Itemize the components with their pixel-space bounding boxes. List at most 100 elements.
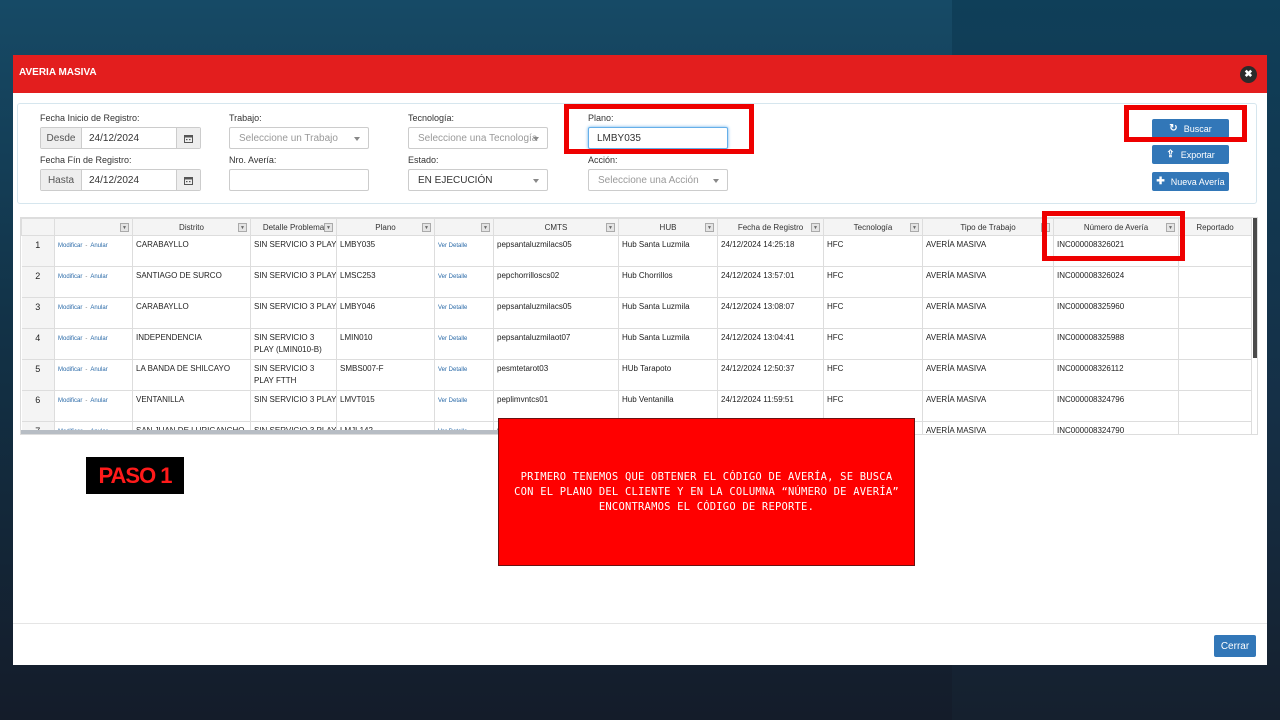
trabajo-select[interactable]: Seleccione un Trabajo xyxy=(229,127,369,149)
col-header-tipo[interactable]: Tipo de Trabajo ▼ xyxy=(922,218,1054,236)
cell-ver-detalle: Ver Detalle xyxy=(434,235,494,267)
filter-icon[interactable]: ▼ xyxy=(811,223,820,232)
ver-detalle-link[interactable]: Ver Detalle xyxy=(438,367,467,373)
col-header-label: CMTS xyxy=(544,222,568,232)
modificar-link[interactable]: Modificar xyxy=(58,336,82,342)
cell-ver-detalle: Ver Detalle xyxy=(434,266,494,298)
cell-numero-averia: INC000008325960 xyxy=(1053,297,1179,329)
filter-icon[interactable]: ▼ xyxy=(606,223,615,232)
filter-icon[interactable]: ▼ xyxy=(120,223,129,232)
trabajo-label: Trabajo: xyxy=(229,113,262,123)
filter-icon[interactable]: ▼ xyxy=(481,223,490,232)
filter-icon[interactable]: ▼ xyxy=(705,223,714,232)
cell-tecnologia: HFC xyxy=(823,390,923,422)
col-header-ver[interactable]: ▼ xyxy=(434,218,494,236)
fecha-desde-field[interactable]: Desde 24/12/2024 xyxy=(40,127,201,149)
col-header-label: Reportado xyxy=(1196,222,1234,232)
calendar-icon[interactable] xyxy=(176,128,200,148)
col-header-distrito[interactable]: Distrito ▼ xyxy=(132,218,251,236)
anular-link[interactable]: Anular xyxy=(90,243,107,249)
link-separator: - xyxy=(85,367,88,373)
estado-select[interactable]: EN EJECUCIÓN xyxy=(408,169,548,191)
cell-tecnologia: HFC xyxy=(823,266,923,298)
ver-detalle-link[interactable]: Ver Detalle xyxy=(438,305,467,311)
tecnologia-select[interactable]: Seleccione una Tecnología xyxy=(408,127,548,149)
hasta-addon: Hasta xyxy=(41,170,82,190)
cell-cmts: pesmtetarot03 xyxy=(493,359,619,391)
modificar-link[interactable]: Modificar xyxy=(58,274,82,280)
filter-icon[interactable]: ▼ xyxy=(422,223,431,232)
col-header-tecnologia[interactable]: Tecnología ▼ xyxy=(823,218,923,236)
modificar-link[interactable]: Modificar xyxy=(58,367,82,373)
cell-cmts: peplimvntcs01 xyxy=(493,390,619,422)
anular-link[interactable]: Anular xyxy=(90,398,107,404)
ver-detalle-link[interactable]: Ver Detalle xyxy=(438,398,467,404)
table-row[interactable]: 6 Modificar - Anular VENTANILLA SIN SERVICIO … xyxy=(21,390,1252,422)
col-header-detalle[interactable]: Detalle Problema ▼ xyxy=(250,218,337,236)
cell-fecha: 24/12/2024 13:04:41 xyxy=(717,328,824,360)
table-row[interactable]: 3 Modificar - Anular CARABAYLLO SIN SERVICIO … xyxy=(21,297,1252,329)
link-separator: - xyxy=(85,274,88,280)
calendar-icon[interactable] xyxy=(176,170,200,190)
anular-link[interactable]: Anular xyxy=(90,336,107,342)
accion-select[interactable]: Seleccione una Acción xyxy=(588,169,728,191)
filter-icon[interactable]: ▼ xyxy=(910,223,919,232)
col-header-reportado[interactable]: Reportado xyxy=(1178,218,1252,236)
col-header-label: Plano xyxy=(375,222,396,232)
cell-tecnologia: HFC xyxy=(823,359,923,391)
cell-detalle: SIN SERVICIO 3 PLAY xyxy=(250,390,337,422)
filter-icon[interactable]: ▼ xyxy=(324,223,333,232)
chevron-down-icon xyxy=(533,137,539,141)
cell-distrito: CARABAYLLO xyxy=(132,235,251,267)
accion-placeholder: Seleccione una Acción xyxy=(598,174,699,186)
cell-reportado xyxy=(1178,297,1252,329)
link-separator: - xyxy=(85,336,88,342)
col-header-cmts[interactable]: CMTS ▼ xyxy=(493,218,619,236)
anular-link[interactable]: Anular xyxy=(90,367,107,373)
exportar-button[interactable]: ⇪ Exportar xyxy=(1152,145,1229,164)
cerrar-button[interactable]: Cerrar xyxy=(1214,635,1256,657)
table-row[interactable]: 2 Modificar - Anular SANTIAGO DE SURCO SIN SE… xyxy=(21,266,1252,298)
ver-detalle-link[interactable]: Ver Detalle xyxy=(438,336,467,342)
col-header-label: Fecha de Registro xyxy=(737,222,804,232)
fecha-desde-input[interactable]: 24/12/2024 xyxy=(82,128,176,148)
cell-cmts: pepchorrilloscs02 xyxy=(493,266,619,298)
horizontal-scrollbar[interactable] xyxy=(21,430,566,434)
cell-distrito: CARABAYLLO xyxy=(132,297,251,329)
chevron-down-icon xyxy=(533,179,539,183)
fecha-hasta-field[interactable]: Hasta 24/12/2024 xyxy=(40,169,201,191)
modificar-link[interactable]: Modificar xyxy=(58,243,82,249)
cell-detalle: SIN SERVICIO 3 PLAY xyxy=(250,266,337,298)
modal-header: AVERIA MASIVA ✖ xyxy=(13,55,1267,93)
anular-link[interactable]: Anular xyxy=(90,274,107,280)
cell-distrito: VENTANILLA xyxy=(132,390,251,422)
row-index: 6 xyxy=(21,390,55,422)
filter-icon[interactable]: ▼ xyxy=(238,223,247,232)
modal-title: AVERIA MASIVA xyxy=(19,66,97,78)
anular-link[interactable]: Anular xyxy=(90,305,107,311)
ver-detalle-link[interactable]: Ver Detalle xyxy=(438,274,467,280)
nueva-averia-label: Nueva Avería xyxy=(1170,176,1225,187)
cell-tipo: AVERÍA MASIVA xyxy=(922,235,1054,267)
modificar-link[interactable]: Modificar xyxy=(58,305,82,311)
col-header-acciones[interactable]: ▼ xyxy=(54,218,133,236)
col-header-plano[interactable]: Plano ▼ xyxy=(336,218,435,236)
table-row[interactable]: 4 Modificar - Anular INDEPENDENCIA SIN SERVIC… xyxy=(21,328,1252,360)
cell-hub: Hub Santa Luzmila xyxy=(618,328,718,360)
fecha-hasta-input[interactable]: 24/12/2024 xyxy=(82,170,176,190)
cell-cmts: pepsantaluzmilaot07 xyxy=(493,328,619,360)
cell-reportado xyxy=(1178,235,1252,267)
vertical-scrollbar[interactable] xyxy=(1253,218,1257,358)
ver-detalle-link[interactable]: Ver Detalle xyxy=(438,243,467,249)
close-icon[interactable]: ✖ xyxy=(1240,66,1257,83)
col-header-fecha[interactable]: Fecha de Registro ▼ xyxy=(717,218,824,236)
cell-tipo: AVERÍA MASIVA xyxy=(922,266,1054,298)
col-header-hub[interactable]: HUB ▼ xyxy=(618,218,718,236)
cell-numero-averia: INC000008325988 xyxy=(1053,328,1179,360)
cell-reportado xyxy=(1178,421,1252,434)
modificar-link[interactable]: Modificar xyxy=(58,398,82,404)
nro-averia-input[interactable] xyxy=(229,169,369,191)
cell-plano: LMBY035 xyxy=(336,235,435,267)
nueva-averia-button[interactable]: ✚ Nueva Avería xyxy=(1152,172,1229,191)
table-row[interactable]: 5 Modificar - Anular LA BANDA DE SHILCAYO SIN… xyxy=(21,359,1252,391)
